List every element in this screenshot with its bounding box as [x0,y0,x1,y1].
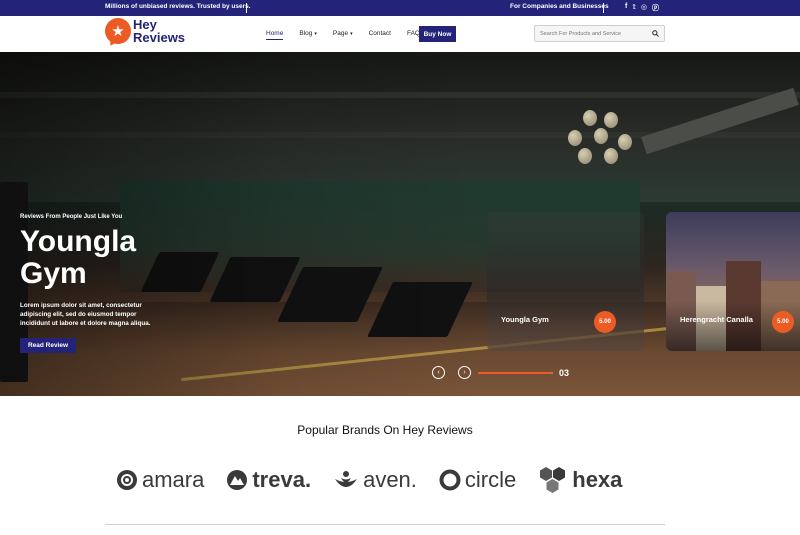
star-badge-icon: ★ [105,18,131,44]
rating-badge: 5.00 [772,311,794,333]
brand-amara[interactable]: amara [116,467,204,493]
instagram-icon[interactable]: ◎ [641,3,647,13]
read-review-button[interactable]: Read Review [20,338,76,353]
brand-circle[interactable]: circle [439,467,516,493]
brand-aven[interactable]: aven. [333,467,417,493]
slide-card[interactable]: Youngla Gym 5.00 [487,212,644,351]
nav-contact[interactable]: Contact [369,30,391,37]
hero-kicker: Reviews From People Just Like You [20,214,123,220]
topbar-separator [603,3,604,13]
ring-icon [439,469,461,491]
slide-progress-fill [478,372,551,374]
rating-badge: 5.00 [594,311,616,333]
top-bar: Millions of unbiased reviews. Trusted by… [0,0,800,16]
mountain-circle-icon [226,469,248,491]
brand-name: treva. [252,467,312,492]
social-links: f 𝕥 ◎ ⓟ [625,3,659,13]
chevron-right-icon: › [463,369,466,376]
buy-now-button[interactable]: Buy Now [419,26,456,42]
facebook-icon[interactable]: f [625,3,627,13]
hero-slider: Reviews From People Just Like You Youngl… [0,52,800,396]
search-box [534,25,665,42]
nav-blog[interactable]: Blog ▾ [299,30,317,37]
search-input[interactable] [535,30,645,37]
business-link[interactable]: For Companies and Businesses [510,3,609,10]
tagline: Millions of unbiased reviews. Trusted by… [105,3,251,10]
twitter-icon[interactable]: 𝕥 [632,3,636,13]
brand-name: hexa [572,467,623,492]
brand-hexa[interactable]: hexa [538,466,622,494]
nav-label: Home [266,30,284,37]
brand-logos: amara treva. aven. circle hexa [116,466,644,494]
brand-name: circle [464,467,517,492]
brands-heading: Popular Brands On Hey Reviews [297,423,473,437]
logo[interactable]: ★ Hey Reviews [105,18,185,44]
nav-label: Blog [299,30,313,37]
hero-title: Youngla Gym [20,226,200,290]
card-name: Youngla Gym [501,315,549,324]
slide-number: 03 [559,368,570,378]
pinterest-icon[interactable]: ⓟ [652,3,659,13]
slide-card[interactable]: Herengracht Canalla 5.00 [666,212,800,351]
card-name: Herengracht Canalla [680,315,753,324]
topbar-separator [246,3,247,13]
nav-label: Page [332,30,349,37]
hero-title-line-2: Gym [20,257,87,290]
next-slide-button[interactable]: › [458,366,471,379]
main-nav: Home Blog ▾ Page ▾ Contact FAQ [266,30,436,40]
hero-title-line-1: Youngla [20,225,137,258]
search-icon[interactable] [652,30,659,39]
section-divider [105,524,665,525]
logo-line-2: Reviews [133,30,186,45]
nav-home[interactable]: Home [266,30,284,40]
hero-description: Lorem ipsum dolor sit amet, consectetur … [20,302,151,327]
chevron-down-icon: ▾ [350,31,353,37]
nav-page[interactable]: Page ▾ [333,30,353,37]
brand-treva[interactable]: treva. [226,467,311,493]
brand-name: aven. [363,467,417,492]
chevron-down-icon: ▾ [314,31,317,37]
brand-name: amara [142,467,205,492]
lotus-icon [333,469,359,491]
nav-label: Contact [368,30,391,37]
at-circle-icon [116,469,138,491]
logo-text: Hey Reviews [133,18,185,44]
hexagons-icon [538,466,568,494]
prev-slide-button[interactable]: ‹ [432,366,445,379]
site-header: ★ Hey Reviews Home Blog ▾ Page ▾ Contact F… [0,16,800,52]
slide-progress [478,372,553,374]
chevron-left-icon: ‹ [437,369,440,376]
